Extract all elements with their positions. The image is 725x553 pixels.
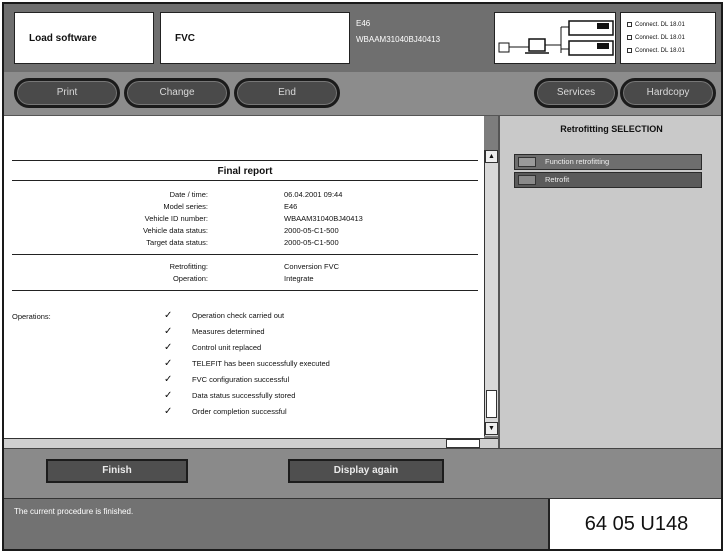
check-icon: ✓ — [164, 358, 173, 369]
operation-row: ✓ Measures determined — [164, 326, 265, 337]
figure-code-box: 64 05 U148 — [548, 499, 721, 549]
print-button[interactable]: Print — [14, 78, 120, 108]
display-again-button[interactable]: Display again — [288, 459, 444, 483]
selection-item-function-retrofitting[interactable]: Function retrofitting — [514, 154, 702, 170]
vehicle-label: FVC — [175, 33, 195, 44]
check-icon: ✓ — [164, 310, 173, 321]
check-icon: ✓ — [164, 390, 173, 401]
report-vertical-scrollbar[interactable]: ▲ ▼ — [484, 150, 498, 436]
final-report-panel: Final report Date / time: 06.04.2001 09:4… — [4, 116, 484, 438]
operation-row: ✓ FVC configuration successful — [164, 374, 290, 385]
status-line: Connect. DL 18.01 — [627, 35, 685, 41]
status-bar: The current procedure is finished. 64 05… — [4, 498, 721, 549]
operation-row: ✓ Operation check carried out — [164, 310, 285, 321]
operation-row: ✓ Control unit replaced — [164, 342, 262, 353]
figure-code: 64 05 U148 — [584, 513, 689, 535]
document-icon — [518, 175, 536, 185]
status-message: The current procedure is finished. — [14, 507, 134, 516]
operation-row: ✓ Data status successfully stored — [164, 390, 296, 401]
model-series-text: E46 — [356, 19, 371, 28]
services-button[interactable]: Services — [534, 78, 618, 108]
connection-status-box: Connect. DL 18.01 Connect. DL 18.01 Conn… — [620, 12, 716, 64]
connection-diagram — [494, 12, 616, 64]
report-title: Final report — [217, 166, 273, 177]
selection-title: Retrofitting SELECTION — [560, 124, 663, 134]
report-horizontal-scrollbar[interactable] — [4, 438, 498, 448]
status-line: Connect. DL 18.01 — [627, 22, 685, 28]
check-icon: ✓ — [164, 406, 173, 417]
scroll-thumb[interactable] — [446, 439, 480, 448]
toolbar: Print Change End Services Hardcopy — [4, 72, 721, 116]
connection-diagram-icon — [498, 20, 614, 56]
application-window: Load software FVC E46 WBAAM31040BJ40413 — [2, 2, 723, 551]
operations-label: Operations: — [12, 312, 51, 321]
hardcopy-button[interactable]: Hardcopy — [620, 78, 716, 108]
check-icon: ✓ — [164, 342, 173, 353]
end-button[interactable]: End — [234, 78, 340, 108]
operation-row: ✓ TELEFIT has been successfully executed — [164, 358, 330, 369]
status-line: Connect. DL 18.01 — [627, 48, 685, 54]
application-label: Load software — [29, 33, 97, 44]
action-bar: Finish Display again — [4, 448, 721, 498]
scroll-thumb[interactable] — [486, 390, 497, 418]
operation-row: ✓ Order completion successful — [164, 406, 287, 417]
vehicle-info: E46 WBAAM31040BJ40413 — [356, 16, 440, 48]
application-box: Load software — [14, 12, 154, 64]
vehicle-box: FVC — [160, 12, 350, 64]
check-icon: ✓ — [164, 326, 173, 337]
header: Load software FVC E46 WBAAM31040BJ40413 — [4, 4, 721, 72]
scroll-down-icon[interactable]: ▼ — [485, 422, 498, 435]
selection-item-retrofit[interactable]: Retrofit — [514, 172, 702, 188]
change-button[interactable]: Change — [124, 78, 230, 108]
selection-panel: Retrofitting SELECTION Function retrofit… — [498, 116, 721, 448]
check-icon: ✓ — [164, 374, 173, 385]
finish-button[interactable]: Finish — [46, 459, 188, 483]
folder-icon — [518, 157, 536, 167]
vin-text: WBAAM31040BJ40413 — [356, 35, 441, 44]
scroll-up-icon[interactable]: ▲ — [485, 150, 498, 163]
